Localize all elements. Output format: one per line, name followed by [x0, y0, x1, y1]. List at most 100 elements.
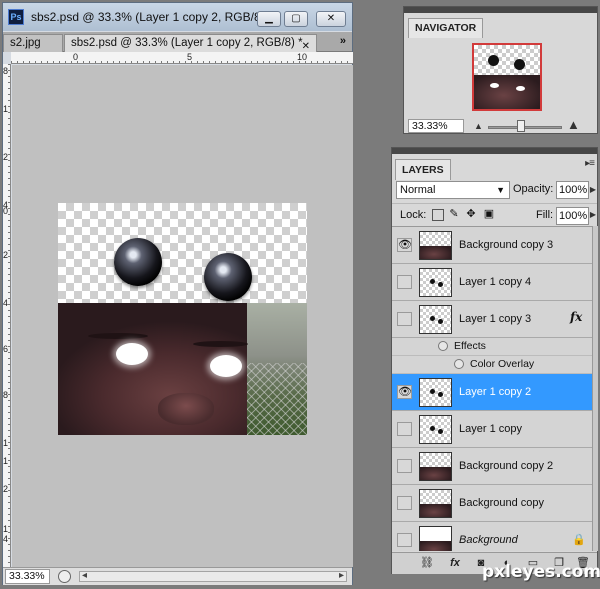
ruler-label: 1	[3, 456, 9, 466]
layer-row[interactable]: Layer 1 copy 4	[392, 264, 592, 301]
add-style-icon[interactable]: fx	[448, 556, 462, 570]
canvas-area[interactable]	[12, 65, 353, 567]
tab-navigator[interactable]: NAVIGATOR	[408, 18, 484, 38]
zoom-input[interactable]: 33.33%	[5, 569, 50, 584]
layer-row[interactable]: Background 🔒	[392, 522, 592, 551]
zoom-in-icon[interactable]: ▲	[567, 117, 580, 132]
preview-eye	[490, 83, 499, 88]
visibility-toggle[interactable]	[397, 533, 412, 547]
minimize-button[interactable]: ▁	[257, 11, 281, 27]
eye-socket-left	[116, 343, 148, 365]
chain-link-fence	[247, 363, 307, 435]
thumb-dot	[430, 389, 435, 394]
ruler-vertical[interactable]: 8 1 2 4 0 2 4 6 8 1 1 2 1 4	[3, 64, 11, 567]
artboard[interactable]	[58, 203, 307, 435]
layer-row[interactable]: Layer 1 copy	[392, 411, 592, 448]
lock-all-icon[interactable]: ▣	[483, 209, 495, 221]
thumb-photo	[420, 246, 451, 259]
visibility-toggle[interactable]	[397, 496, 412, 510]
thumb-photo	[420, 541, 451, 551]
transparent-layer-area	[58, 203, 307, 303]
lock-brush-icon[interactable]: ✎	[448, 209, 460, 221]
ruler-label: 6	[3, 344, 9, 354]
layer-row[interactable]: Layer 1 copy 3 fx	[392, 301, 592, 338]
document-tabbar: s2.jpg sbs2.psd @ 33.3% (Layer 1 copy 2,…	[3, 32, 352, 52]
layer-name: Layer 1 copy 4	[459, 276, 532, 288]
thumb-photo	[420, 467, 451, 480]
horizontal-scrollbar[interactable]: ◂ ▸	[79, 570, 347, 582]
layer-thumbnail	[419, 415, 452, 444]
document-window: Ps sbs2.psd @ 33.3% (Layer 1 copy 2, RGB…	[2, 2, 353, 585]
scroll-left-icon[interactable]: ◂	[82, 570, 87, 581]
close-button[interactable]: ✕	[316, 11, 346, 27]
tab-layers[interactable]: LAYERS	[395, 159, 451, 180]
document-titlebar[interactable]: Ps sbs2.psd @ 33.3% (Layer 1 copy 2, RGB…	[3, 3, 352, 31]
layers-scrollbar[interactable]	[592, 226, 598, 551]
layer-row[interactable]: 👁 Background copy 3	[392, 227, 592, 264]
status-bar: 33.33% ◂ ▸	[3, 567, 352, 585]
preview-eyeball	[488, 55, 499, 66]
visibility-toggle[interactable]	[397, 312, 412, 326]
chevron-down-icon: ▼	[496, 185, 505, 195]
layer-name: Background copy 2	[459, 460, 554, 472]
tab-overflow-icon[interactable]: »	[340, 35, 346, 47]
fill-arrow-icon[interactable]: ▶	[590, 210, 596, 219]
scroll-right-icon[interactable]: ▸	[339, 570, 344, 581]
link-layers-icon[interactable]: ⛓	[420, 556, 434, 570]
ruler-label: 4	[3, 298, 9, 308]
visibility-toggle[interactable]	[397, 422, 412, 436]
ruler-label: 1	[3, 524, 9, 534]
layer-row[interactable]: Background copy	[392, 485, 592, 522]
effects-row[interactable]: Effects	[392, 338, 592, 356]
tab-s2-jpg[interactable]: s2.jpg	[3, 34, 63, 52]
eyebrow-left	[88, 333, 148, 339]
eye-socket-right	[210, 355, 242, 377]
glass-eyeball-left	[114, 238, 162, 286]
lock-transparency-icon[interactable]	[432, 209, 444, 221]
navigator-preview[interactable]	[472, 43, 542, 111]
ruler-label: 2	[3, 152, 9, 162]
color-overlay-row[interactable]: Color Overlay	[392, 356, 592, 374]
lock-icon: 🔒	[572, 534, 586, 546]
panel-drag-strip[interactable]	[404, 7, 597, 13]
color-overlay-label: Color Overlay	[470, 358, 535, 370]
eye-visibility-icon[interactable]: 👁	[397, 385, 412, 399]
thumb-dot	[430, 426, 435, 431]
layer-row-selected[interactable]: 👁 Layer 1 copy 2	[392, 374, 592, 411]
opacity-arrow-icon[interactable]: ▶	[590, 185, 596, 194]
maximize-button[interactable]: ▢	[284, 11, 308, 27]
eyebrow-right	[193, 341, 248, 347]
watermark: pxleyes.com	[482, 562, 600, 582]
tab-close-icon[interactable]: ✕	[302, 38, 310, 52]
ruler-label: 10	[297, 52, 308, 62]
panel-menu-icon[interactable]: ▸≡	[585, 158, 595, 169]
lock-move-icon[interactable]: ✥	[465, 209, 477, 221]
thumb-white	[420, 527, 451, 541]
effect-visibility-icon[interactable]	[438, 341, 448, 351]
thumb-dot	[438, 282, 443, 287]
eye-visibility-icon[interactable]: 👁	[397, 238, 412, 252]
navigator-zoom-input[interactable]: 33.33%	[408, 119, 464, 133]
visibility-toggle[interactable]	[397, 459, 412, 473]
zoom-slider-thumb[interactable]	[517, 120, 526, 132]
panel-drag-strip[interactable]	[392, 148, 597, 154]
tab-sbs2-psd[interactable]: sbs2.psd @ 33.3% (Layer 1 copy 2, RGB/8)…	[64, 34, 317, 52]
glass-eyeball-right	[204, 253, 252, 301]
ruler-label: 0	[73, 52, 79, 62]
layer-name: Background copy	[459, 497, 544, 509]
document-title: sbs2.psd @ 33.3% (Layer 1 copy 2, RGB/8)…	[31, 10, 273, 24]
effect-visibility-icon[interactable]	[454, 359, 464, 369]
opacity-input[interactable]: 100%	[556, 181, 589, 199]
blend-mode-select[interactable]: Normal ▼	[396, 181, 510, 199]
zoom-out-icon[interactable]: ▲	[474, 121, 483, 131]
ruler-horizontal[interactable]: 0 5 10	[11, 52, 353, 64]
layer-row[interactable]: Background copy 2	[392, 448, 592, 485]
fx-icon[interactable]: fx	[570, 310, 582, 324]
ruler-label: 2	[3, 250, 9, 260]
effects-label: Effects	[454, 340, 486, 352]
document-info-icon[interactable]	[58, 570, 71, 583]
layers-panel: LAYERS ▸≡ Normal ▼ Opacity: 100% ▶ Lock:…	[391, 147, 598, 574]
fill-input[interactable]: 100%	[556, 207, 589, 225]
visibility-toggle[interactable]	[397, 275, 412, 289]
face-photo	[58, 303, 307, 435]
